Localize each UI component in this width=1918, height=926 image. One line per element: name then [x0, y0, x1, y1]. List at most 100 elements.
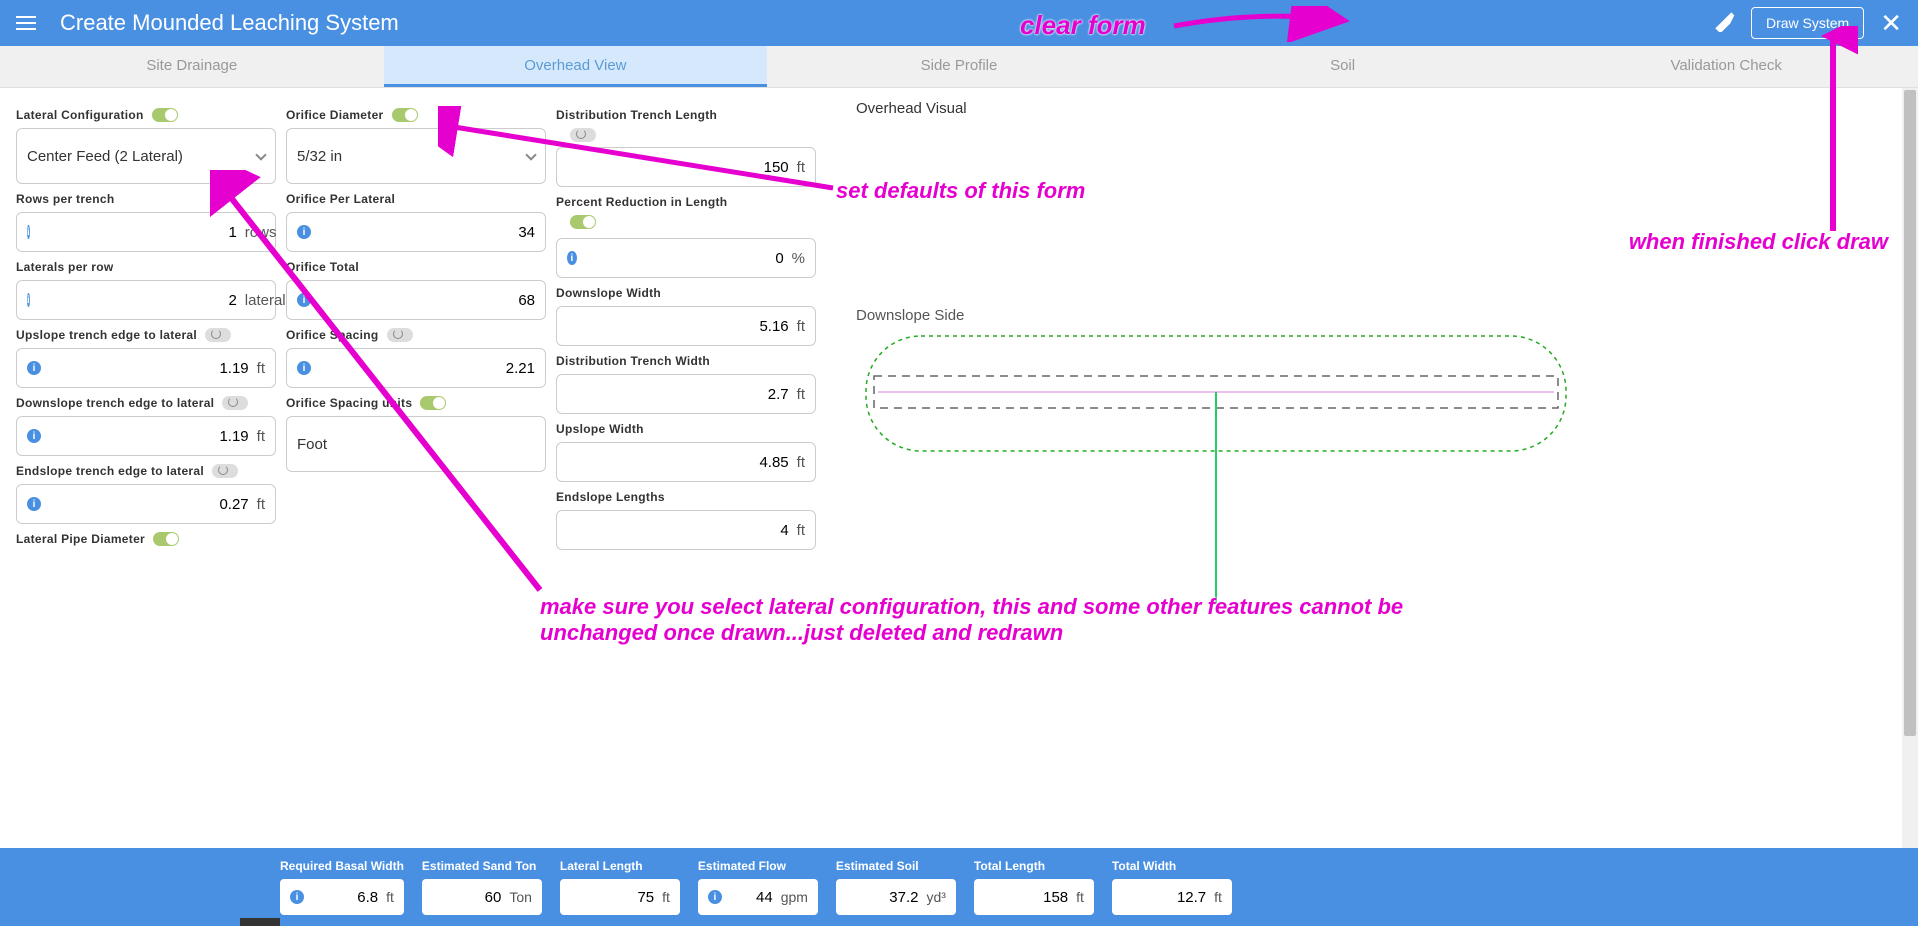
- endslope-len-field[interactable]: ft: [556, 510, 816, 550]
- downslope-input[interactable]: [49, 428, 249, 445]
- endslope-field[interactable]: i ft: [16, 484, 276, 524]
- orifice-diameter-select[interactable]: 5/32 in: [286, 128, 546, 184]
- rows-per-trench-field[interactable]: i rows: [16, 212, 276, 252]
- endslope-label: Endslope trench edge to lateral: [16, 464, 276, 478]
- dist-trench-width-input[interactable]: [567, 386, 789, 403]
- unit-label: ft: [797, 522, 805, 539]
- info-icon[interactable]: i: [27, 361, 41, 375]
- tab-validation-check[interactable]: Validation Check: [1534, 46, 1918, 87]
- hamburger-menu[interactable]: [16, 11, 40, 35]
- info-icon[interactable]: i: [27, 225, 30, 239]
- percent-red-input[interactable]: [585, 250, 784, 267]
- unit-label: ft: [257, 360, 265, 377]
- info-icon[interactable]: i: [297, 225, 311, 239]
- downslope-width-field[interactable]: ft: [556, 306, 816, 346]
- upslope-width-input[interactable]: [567, 454, 789, 471]
- info-icon[interactable]: i: [27, 429, 41, 443]
- scrollbar-thumb[interactable]: [1904, 90, 1916, 736]
- metric-value: 37.2: [846, 889, 919, 906]
- metric-value: 44: [728, 889, 773, 906]
- metric-unit: ft: [1076, 889, 1084, 905]
- clear-form-icon[interactable]: [1713, 10, 1735, 37]
- endslope-len-input[interactable]: [567, 522, 789, 539]
- rows-per-trench-input[interactable]: [38, 224, 237, 241]
- annotation-when-finished: when finished click draw: [1629, 230, 1888, 254]
- metric: Lateral Length75ft: [560, 859, 680, 915]
- laterals-per-row-input[interactable]: [38, 292, 237, 309]
- lateral-config-toggle[interactable]: [152, 108, 178, 122]
- lateral-pipe-toggle[interactable]: [153, 532, 179, 546]
- metric-unit: gpm: [781, 889, 808, 905]
- close-icon[interactable]: ✕: [1880, 8, 1902, 39]
- orifice-diameter-toggle[interactable]: [392, 108, 418, 122]
- unit-label: %: [792, 250, 805, 267]
- overhead-visual-area: Overhead Visual Downslope Side: [826, 100, 1902, 852]
- metric-label: Total Width: [1112, 859, 1232, 873]
- column-2: Orifice Diameter 5/32 in Orifice Per Lat…: [286, 100, 546, 852]
- info-icon[interactable]: i: [27, 497, 41, 511]
- info-icon[interactable]: i: [708, 890, 722, 904]
- bottom-metrics-bar: Required Basal Widthi6.8ftEstimated Sand…: [0, 848, 1918, 926]
- orifice-per-lateral-field[interactable]: i: [286, 212, 546, 252]
- scrollbar-vertical[interactable]: [1902, 88, 1918, 848]
- endslope-toggle[interactable]: [212, 464, 238, 478]
- orifice-spacing-units-toggle[interactable]: [420, 396, 446, 410]
- info-icon[interactable]: i: [567, 251, 577, 265]
- unit-label: ft: [797, 159, 805, 176]
- orifice-per-lateral-input[interactable]: [319, 224, 535, 241]
- orifice-spacing-units-label: Orifice Spacing units: [286, 396, 546, 410]
- metric-box: 60 Ton: [422, 879, 542, 915]
- info-icon[interactable]: i: [297, 361, 311, 375]
- orifice-spacing-field[interactable]: i: [286, 348, 546, 388]
- orifice-spacing-units-field[interactable]: Foot: [286, 416, 546, 472]
- unit-label: ft: [797, 454, 805, 471]
- tab-side-profile[interactable]: Side Profile: [767, 46, 1151, 87]
- rows-per-trench-label: Rows per trench: [16, 192, 276, 206]
- chevron-down-icon: [525, 149, 536, 160]
- downslope-width-input[interactable]: [567, 318, 789, 335]
- unit-label: ft: [257, 496, 265, 513]
- downslope-field[interactable]: i ft: [16, 416, 276, 456]
- dist-trench-width-field[interactable]: ft: [556, 374, 816, 414]
- info-icon[interactable]: i: [27, 293, 30, 307]
- metric: Estimated Soil37.2yd³: [836, 859, 956, 915]
- percent-red-toggle[interactable]: [570, 215, 596, 229]
- lateral-config-select[interactable]: Center Feed (2 Lateral): [16, 128, 276, 184]
- downslope-width-label: Downslope Width: [556, 286, 816, 300]
- overhead-diagram: [856, 334, 1902, 834]
- dist-trench-len-toggle[interactable]: [570, 128, 596, 142]
- upslope-field[interactable]: i ft: [16, 348, 276, 388]
- draw-system-button[interactable]: Draw System: [1751, 7, 1864, 39]
- metric-label: Lateral Length: [560, 859, 680, 873]
- percent-red-field[interactable]: i %: [556, 238, 816, 278]
- metric-box: 37.2yd³: [836, 879, 956, 915]
- upslope-toggle[interactable]: [205, 328, 231, 342]
- orifice-total-input[interactable]: [319, 292, 535, 309]
- upslope-width-field[interactable]: ft: [556, 442, 816, 482]
- laterals-per-row-field[interactable]: i laterals/row: [16, 280, 276, 320]
- metric-value: 60: [432, 889, 501, 906]
- orifice-spacing-toggle[interactable]: [387, 328, 413, 342]
- orifice-spacing-input[interactable]: [319, 360, 535, 377]
- downslope-side-label: Downslope Side: [856, 307, 1902, 324]
- dist-trench-len-field[interactable]: ft: [556, 147, 816, 187]
- info-icon[interactable]: i: [290, 890, 304, 904]
- drag-handle[interactable]: [240, 918, 280, 926]
- upslope-input[interactable]: [49, 360, 249, 377]
- metric-unit: Ton: [509, 889, 532, 905]
- endslope-input[interactable]: [49, 496, 249, 513]
- tab-overhead-view[interactable]: Overhead View: [384, 46, 768, 87]
- info-icon[interactable]: i: [297, 293, 311, 307]
- orifice-per-lateral-label: Orifice Per Lateral: [286, 192, 546, 206]
- laterals-per-row-label: Laterals per row: [16, 260, 276, 274]
- dist-trench-len-input[interactable]: [567, 159, 789, 176]
- orifice-diameter-value: 5/32 in: [297, 148, 527, 165]
- tab-site-drainage[interactable]: Site Drainage: [0, 46, 384, 87]
- orifice-total-field[interactable]: i: [286, 280, 546, 320]
- downslope-toggle[interactable]: [222, 396, 248, 410]
- metric: Estimated Sand Ton60Ton: [422, 859, 542, 915]
- orifice-spacing-units-value: Foot: [297, 436, 535, 453]
- endslope-len-label: Endslope Lengths: [556, 490, 816, 504]
- tab-soil[interactable]: Soil: [1151, 46, 1535, 87]
- column-3: Distribution Trench Length ft Percent Re…: [556, 100, 816, 852]
